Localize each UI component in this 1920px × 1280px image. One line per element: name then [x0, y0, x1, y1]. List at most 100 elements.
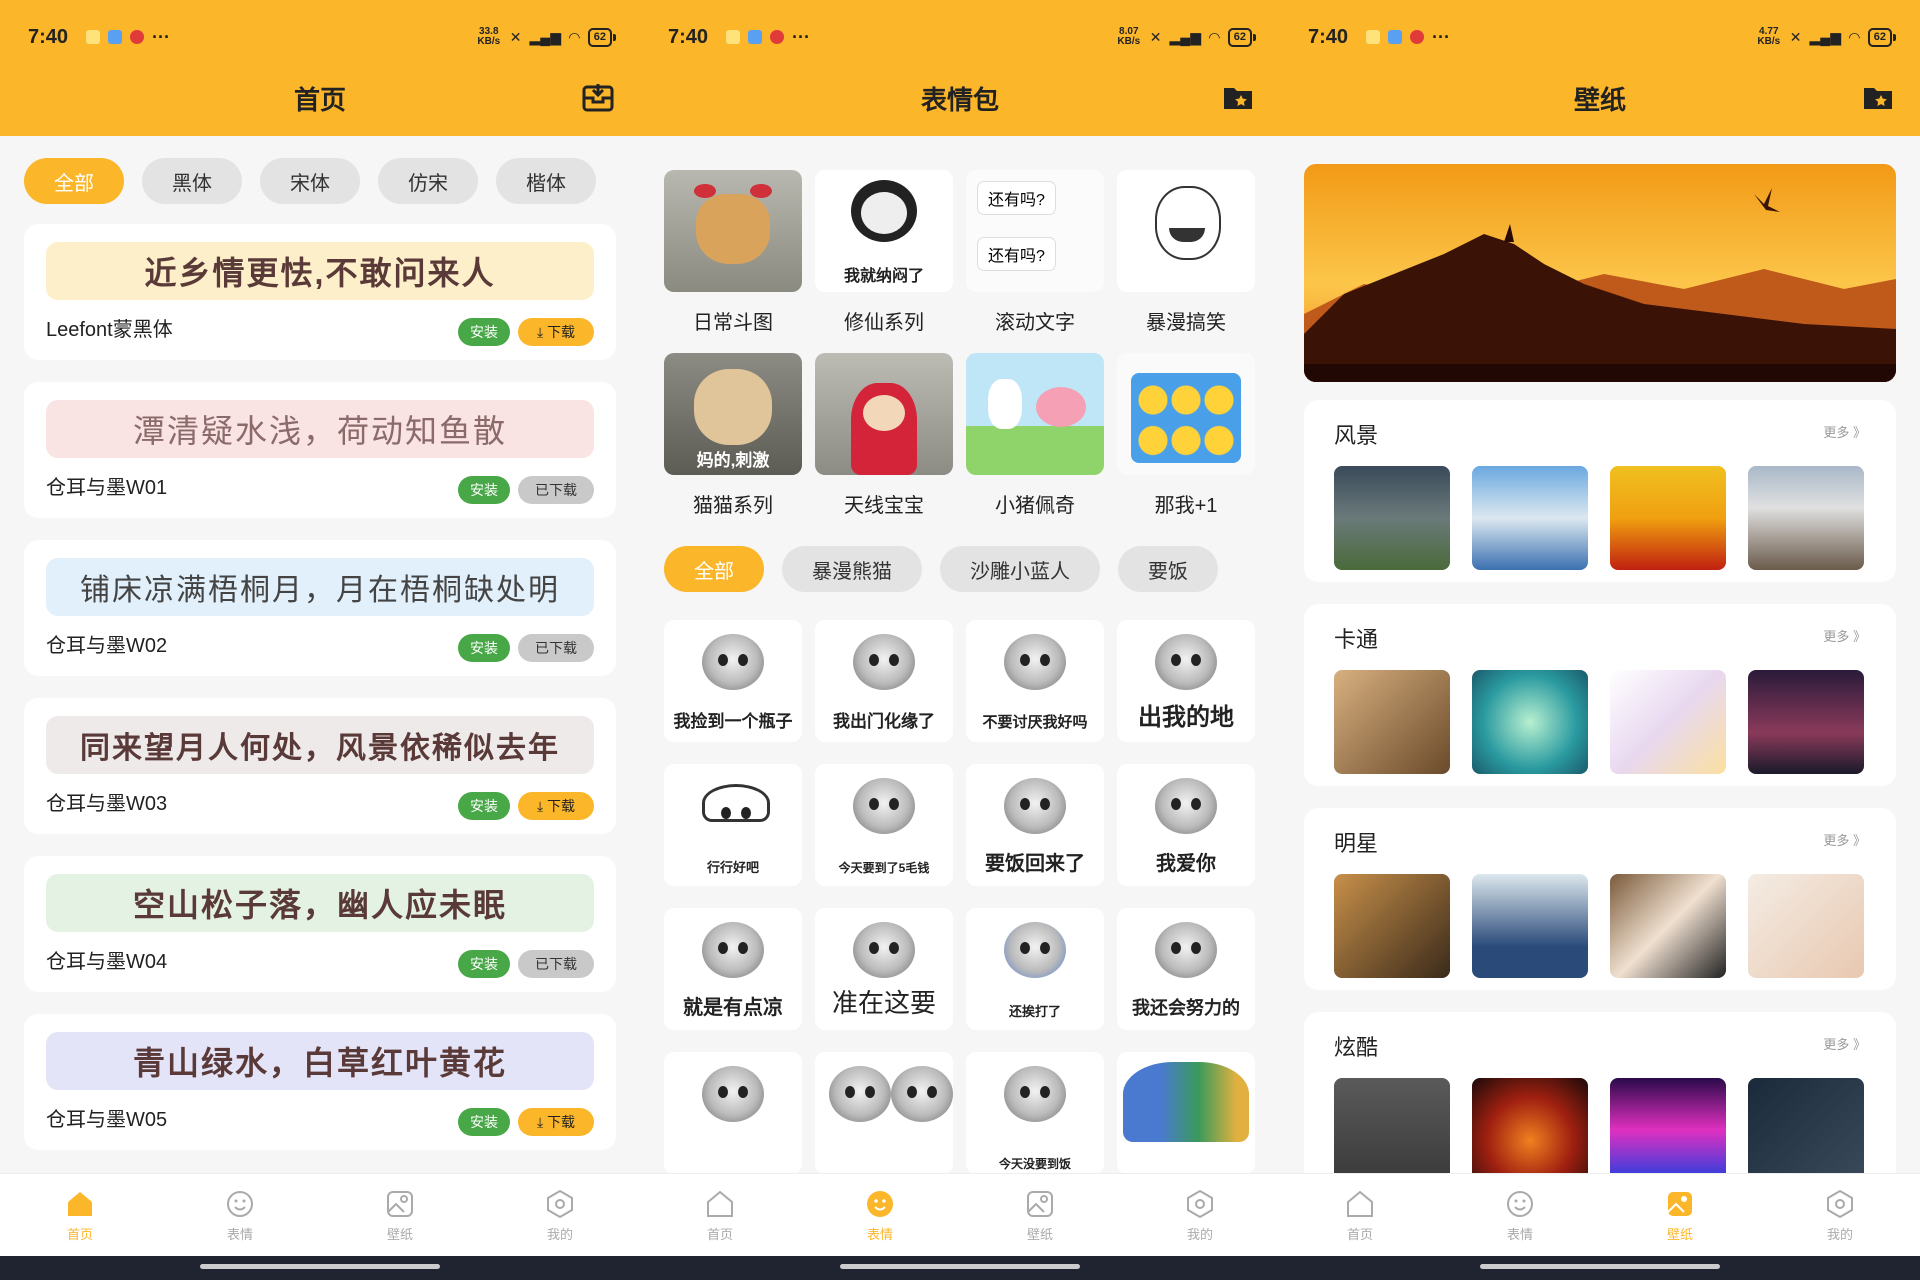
more-link[interactable]: 更多 》	[1823, 1034, 1866, 1053]
sticker[interactable]: 我还会努力的	[1117, 908, 1255, 1030]
wallpaper-thumbnail[interactable]	[1334, 874, 1450, 978]
image-icon	[387, 1190, 413, 1217]
sticker[interactable]: 不要讨厌我好吗	[966, 620, 1104, 742]
wallpaper-thumbnail[interactable]	[1334, 466, 1450, 570]
more-link[interactable]: 更多 》	[1823, 422, 1866, 441]
filter-begging[interactable]: 要饭	[1118, 546, 1218, 592]
filter-heiti[interactable]: 黑体	[142, 158, 242, 204]
wallpaper-thumbnail[interactable]	[1610, 466, 1726, 570]
font-card[interactable]: 潭清疑水浅，荷动知鱼散 仓耳与墨W01 安装 已下载	[24, 382, 616, 518]
nav-emoji[interactable]: 表情	[160, 1174, 320, 1256]
wallpaper-thumbnail[interactable]	[1748, 1078, 1864, 1174]
app-bar: 7:40 ··· 8.07 KB/s ✕ ▂▄▆ ◠ 62 表情包	[640, 0, 1280, 136]
font-sample: 近乡情更怯,不敢问来人	[46, 242, 594, 300]
sticker[interactable]: 我爱你	[1117, 764, 1255, 886]
nav-emoji[interactable]: 表情	[800, 1174, 960, 1256]
folder-star-icon[interactable]	[1222, 82, 1254, 112]
install-button[interactable]: 安装	[458, 318, 510, 346]
font-card[interactable]: 青山绿水，白草红叶黄花 仓耳与墨W05 安装 ⤓ 下载	[24, 1014, 616, 1150]
sticker[interactable]: 就是有点凉	[664, 908, 802, 1030]
filter-blue-man[interactable]: 沙雕小蓝人	[940, 546, 1100, 592]
download-button[interactable]: ⤓ 下载	[518, 792, 594, 820]
wifi-icon: ◠	[568, 28, 580, 45]
more-link[interactable]: 更多 》	[1823, 626, 1866, 645]
wallpaper-thumbnail[interactable]	[1472, 874, 1588, 978]
nav-wallpaper[interactable]: 壁纸	[1600, 1174, 1760, 1256]
sticker[interactable]	[664, 1052, 802, 1174]
wallpaper-thumbnail[interactable]	[1472, 670, 1588, 774]
nav-home[interactable]: 首页	[640, 1174, 800, 1256]
filter-all[interactable]: 全部	[664, 546, 764, 592]
downloaded-button[interactable]: 已下载	[518, 634, 594, 662]
category-daily[interactable]: 日常斗图	[664, 170, 802, 335]
wallpaper-thumbnail[interactable]	[1610, 874, 1726, 978]
wallpaper-thumbnail[interactable]	[1748, 670, 1864, 774]
category-xiuxian[interactable]: 我就纳闷了 修仙系列	[815, 170, 953, 335]
download-button[interactable]: ⤓ 下载	[518, 318, 594, 346]
category-peppa[interactable]: 小猪佩奇	[966, 353, 1104, 518]
install-button[interactable]: 安装	[458, 1108, 510, 1136]
font-card[interactable]: 铺床凉满梧桐月，月在梧桐缺处明 仓耳与墨W02 安装 已下载	[24, 540, 616, 676]
wallpaper-thumbnail[interactable]	[1472, 466, 1588, 570]
wallpaper-thumbnail[interactable]	[1472, 1078, 1588, 1174]
install-button[interactable]: 安装	[458, 634, 510, 662]
sticker[interactable]: 今天没要到饭	[966, 1052, 1104, 1174]
sticker[interactable]: 我出门化缘了	[815, 620, 953, 742]
wallpaper-thumbnail[interactable]	[1748, 874, 1864, 978]
wallpaper-thumbnail[interactable]	[1610, 670, 1726, 774]
font-card[interactable]: 同来望月人何处，风景依稀似去年 仓耳与墨W03 安装 ⤓ 下载	[24, 698, 616, 834]
sticker[interactable]: 要饭回来了	[966, 764, 1104, 886]
install-button[interactable]: 安装	[458, 792, 510, 820]
wallpaper-thumbnail[interactable]	[1334, 1078, 1450, 1174]
category-scroll-text[interactable]: 还有吗? 还有吗? 滚动文字	[966, 170, 1104, 335]
emoji-categories: 日常斗图 我就纳闷了 修仙系列 还有吗? 还有吗? 滚动文字 暴漫搞笑 妈的,刺激 猫猫…	[640, 136, 1280, 518]
nav-mine[interactable]: 我的	[1760, 1174, 1920, 1256]
sticker[interactable]: 行行好吧	[664, 764, 802, 886]
sticker[interactable]: 出我的地	[1117, 620, 1255, 742]
nav-wallpaper[interactable]: 壁纸	[320, 1174, 480, 1256]
folder-star-icon[interactable]	[1862, 82, 1894, 112]
nav-home[interactable]: 首页	[0, 1174, 160, 1256]
filter-baoman-panda[interactable]: 暴漫熊猫	[782, 546, 922, 592]
download-button[interactable]: ⤓ 下载	[518, 1108, 594, 1136]
sticker[interactable]: 还挨打了	[966, 908, 1104, 1030]
filter-songti[interactable]: 宋体	[260, 158, 360, 204]
nav-emoji[interactable]: 表情	[1440, 1174, 1600, 1256]
font-card[interactable]: 近乡情更怯,不敢问来人 Leefont蒙黑体 安装 ⤓ 下载	[24, 224, 616, 360]
nav-mine[interactable]: 我的	[480, 1174, 640, 1256]
sticker[interactable]	[815, 1052, 953, 1174]
wallpaper-thumbnail[interactable]	[1334, 670, 1450, 774]
section-cool: 炫酷 更多 》	[1304, 1012, 1896, 1174]
section-title: 卡通	[1334, 627, 1379, 652]
wallpaper-thumbnail[interactable]	[1748, 466, 1864, 570]
featured-wallpaper-banner[interactable]	[1304, 164, 1896, 382]
filter-all[interactable]: 全部	[24, 158, 124, 204]
home-icon	[68, 1191, 92, 1216]
install-button[interactable]: 安装	[458, 950, 510, 978]
more-link[interactable]: 更多 》	[1823, 830, 1866, 849]
wallpaper-thumbnail[interactable]	[1610, 1078, 1726, 1174]
nav-home[interactable]: 首页	[1280, 1174, 1440, 1256]
sticker[interactable]	[1117, 1052, 1255, 1174]
filter-kaiti[interactable]: 楷体	[496, 158, 596, 204]
status-time: 7:40	[1308, 25, 1349, 48]
install-button[interactable]: 安装	[458, 476, 510, 504]
sticker[interactable]: 今天要到了5毛钱	[815, 764, 953, 886]
category-teletubbies[interactable]: 天线宝宝	[815, 353, 953, 518]
filter-fangsong[interactable]: 仿宋	[378, 158, 478, 204]
nav-wallpaper[interactable]: 壁纸	[960, 1174, 1120, 1256]
sticker[interactable]: 我捡到一个瓶子	[664, 620, 802, 742]
font-name: Leefont蒙黑体	[46, 319, 173, 341]
category-plus-one[interactable]: 那我+1	[1117, 353, 1255, 518]
sticker[interactable]: 准在这要	[815, 908, 953, 1030]
font-card[interactable]: 空山松子落，幽人应未眠 仓耳与墨W04 安装 已下载	[24, 856, 616, 992]
category-comic[interactable]: 暴漫搞笑	[1117, 170, 1255, 335]
page-title: 表情包	[920, 85, 999, 115]
downloaded-button[interactable]: 已下载	[518, 476, 594, 504]
category-cat[interactable]: 妈的,刺激 猫猫系列	[664, 353, 802, 518]
more-notifications: ···	[792, 26, 811, 47]
nav-mine[interactable]: 我的	[1120, 1174, 1280, 1256]
downloaded-button[interactable]: 已下载	[518, 950, 594, 978]
app-bar: 7:40 ··· 4.77 KB/s ✕ ▂▄▆ ◠ 62 壁纸	[1280, 0, 1920, 136]
download-box-icon[interactable]	[582, 82, 614, 112]
